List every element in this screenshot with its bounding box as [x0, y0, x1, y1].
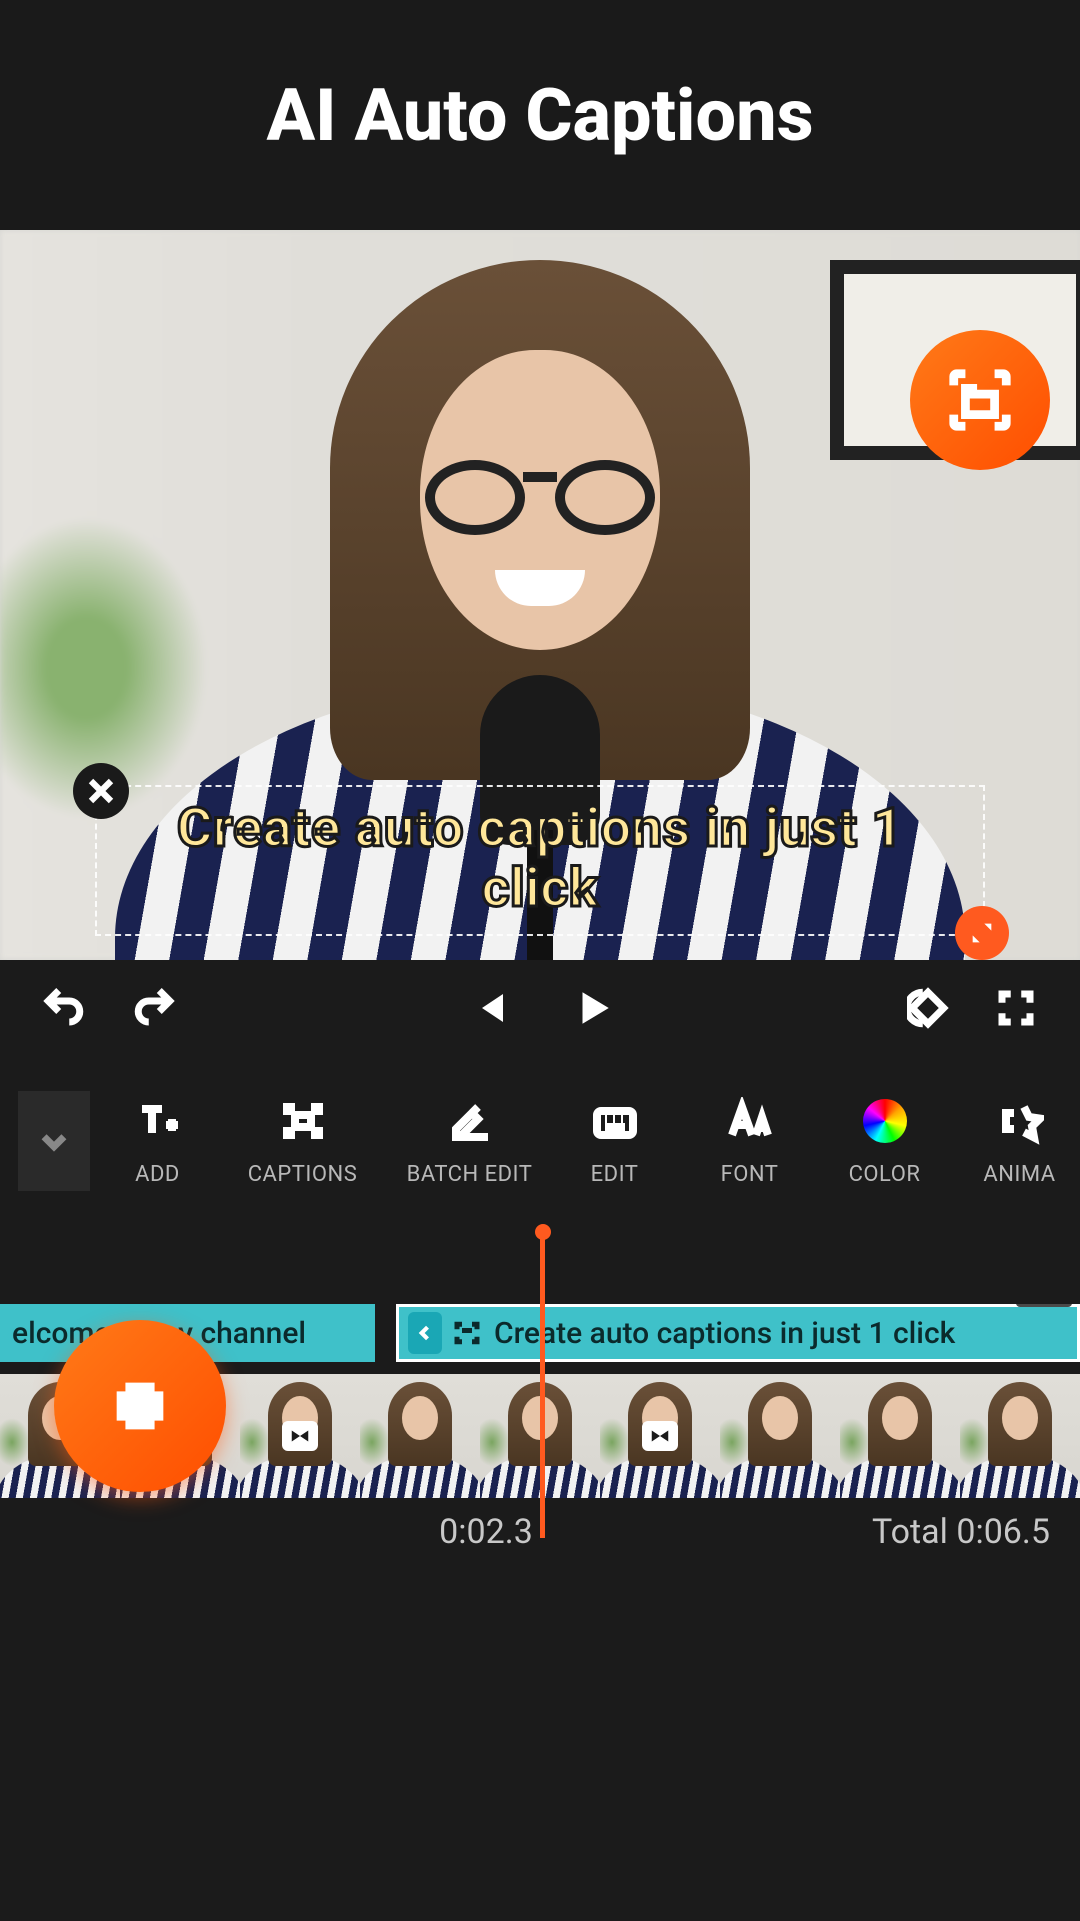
tool-add[interactable]: ADD — [90, 1096, 225, 1187]
total-time: Total 0:06.5 — [872, 1512, 1050, 1552]
prev-button[interactable] — [465, 984, 513, 1032]
timeline-thumb[interactable] — [240, 1374, 360, 1498]
add-media-button[interactable] — [54, 1320, 226, 1492]
undo-button[interactable] — [40, 984, 88, 1032]
redo-icon — [133, 987, 175, 1029]
timeline-thumb[interactable] — [600, 1374, 720, 1498]
caption-scan-icon — [452, 1318, 482, 1348]
transition-icon[interactable] — [282, 1421, 318, 1451]
tool-strip: ADD CAPTIONS BATCH EDIT EDIT FONT COLOR … — [0, 1056, 1080, 1226]
animation-icon — [996, 1097, 1044, 1145]
caption-segment-active[interactable]: :03.2 Create auto captions in just 1 cli… — [396, 1304, 1080, 1362]
collapse-tools-button[interactable] — [18, 1091, 90, 1191]
undo-icon — [43, 987, 85, 1029]
playhead[interactable] — [540, 1226, 545, 1538]
tool-color[interactable]: COLOR — [817, 1096, 952, 1187]
tool-label: ADD — [135, 1162, 180, 1187]
keyframe-icon — [907, 987, 949, 1029]
transition-icon[interactable] — [642, 1421, 678, 1451]
timeline-thumb[interactable] — [720, 1374, 840, 1498]
caption-segment-text: Create auto captions in just 1 click — [494, 1316, 955, 1351]
tool-label: CAPTIONS — [248, 1162, 358, 1187]
segment-handle-left[interactable] — [408, 1312, 442, 1354]
chevron-down-icon — [37, 1124, 71, 1158]
video-preview[interactable]: Create auto captions in just 1 click — [0, 230, 1080, 960]
timeline-thumb[interactable] — [840, 1374, 960, 1498]
plus-icon — [105, 1371, 175, 1441]
tool-animation[interactable]: ANIMA — [952, 1096, 1080, 1187]
close-icon — [86, 776, 116, 806]
page-title: AI Auto Captions — [266, 73, 813, 158]
timeline-thumb[interactable] — [960, 1374, 1080, 1498]
text-add-icon — [134, 1097, 182, 1145]
header: AI Auto Captions — [0, 0, 1080, 230]
fullscreen-button[interactable] — [992, 984, 1040, 1032]
timeline[interactable]: elcome to my channel :03.2 Create auto c… — [0, 1226, 1080, 1726]
tool-label: EDIT — [591, 1162, 639, 1187]
keyboard-icon — [591, 1097, 639, 1145]
color-wheel-icon — [863, 1099, 907, 1143]
font-icon — [726, 1097, 774, 1145]
resize-icon — [968, 919, 996, 947]
tool-captions[interactable]: CAPTIONS — [225, 1096, 380, 1187]
current-time: 0:02.3 — [30, 1512, 872, 1552]
captions-icon — [279, 1097, 327, 1145]
caption-text: Create auto captions in just 1 click — [127, 799, 953, 920]
keyframe-button[interactable] — [904, 984, 952, 1032]
timeline-thumb[interactable] — [360, 1374, 480, 1498]
caption-scan-icon — [945, 365, 1015, 435]
caption-resize-handle[interactable] — [955, 906, 1009, 960]
tool-batch-edit[interactable]: BATCH EDIT — [392, 1096, 547, 1187]
tool-edit[interactable]: EDIT — [547, 1096, 682, 1187]
tool-label: BATCH EDIT — [407, 1162, 533, 1187]
fullscreen-icon — [995, 987, 1037, 1029]
tool-font[interactable]: FONT — [682, 1096, 817, 1187]
tool-label: FONT — [721, 1162, 779, 1187]
batch-edit-icon — [446, 1097, 494, 1145]
skip-previous-icon — [468, 987, 510, 1029]
caption-overlay[interactable]: Create auto captions in just 1 click — [95, 785, 985, 936]
segment-duration-badge: :03.2 — [1016, 1304, 1072, 1307]
playback-bar — [0, 960, 1080, 1056]
auto-caption-button[interactable] — [910, 330, 1050, 470]
tool-label: COLOR — [849, 1162, 921, 1187]
redo-button[interactable] — [130, 984, 178, 1032]
caption-delete-button[interactable] — [73, 763, 129, 819]
play-icon — [572, 987, 614, 1029]
tool-label: ANIMA — [983, 1162, 1055, 1187]
play-button[interactable] — [569, 984, 617, 1032]
